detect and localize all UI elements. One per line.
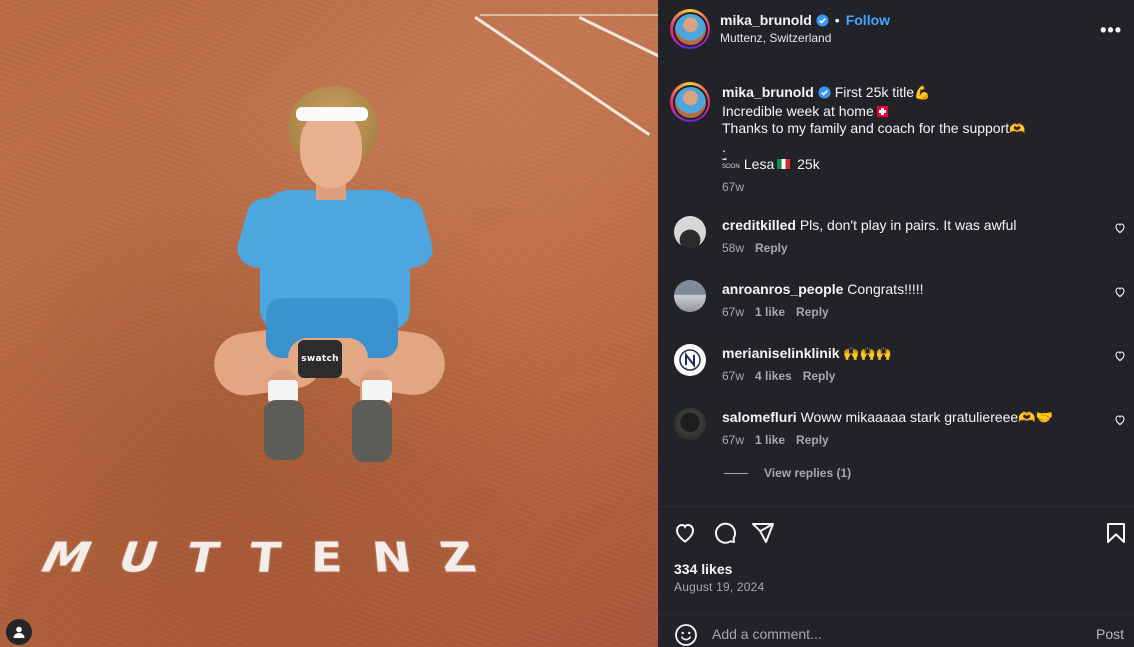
player-headband [296, 107, 368, 121]
post-photo[interactable]: swatch MUTTENZ [0, 0, 658, 647]
comment-time[interactable]: 67w [722, 305, 744, 319]
caption-line-4: . [722, 138, 726, 155]
comment-text: Woww mikaaaaa stark gratuliereee🫶🤝 [800, 409, 1054, 425]
caption-line-5-tail: 25k [797, 156, 820, 172]
comment-like-heart-icon[interactable] [1114, 414, 1126, 426]
heart-hands-icon: 🫶 [1009, 122, 1026, 137]
caption-line-2: Incredible week at home [722, 102, 874, 119]
comment-time[interactable]: 67w [722, 369, 744, 383]
comment-username[interactable]: anroanros_people [722, 281, 843, 297]
verified-badge-icon [818, 86, 831, 99]
heart-icon[interactable] [673, 521, 697, 545]
post-location[interactable]: Muttenz, Switzerland [720, 31, 831, 45]
author-line: mika_brunold • Follow [720, 12, 890, 30]
verified-badge-icon [816, 14, 829, 27]
bookmark-icon[interactable] [1104, 521, 1128, 545]
comment-item: merianiselinklinik 🙌🙌🙌 67w 4 likes Reply [670, 344, 1128, 404]
author-avatar[interactable] [670, 9, 710, 49]
swiss-flag-icon [876, 105, 888, 117]
follow-button[interactable]: Follow [846, 12, 890, 28]
post-date[interactable]: August 19, 2024 [674, 580, 764, 594]
player-shoe [264, 400, 304, 460]
comment-username[interactable]: creditkilled [722, 217, 796, 233]
separator: • [834, 12, 840, 28]
comment-like-heart-icon[interactable] [1114, 222, 1126, 234]
trophy-box: swatch [298, 340, 342, 378]
player-shoe [352, 400, 392, 462]
post-comment-button[interactable]: Post [1096, 626, 1124, 642]
commenter-avatar[interactable] [674, 216, 706, 248]
italy-flag-icon [777, 159, 791, 169]
action-bar: 334 likes August 19, 2024 [658, 506, 1134, 618]
reply-button[interactable]: Reply [803, 369, 836, 383]
comment-like-heart-icon[interactable] [1114, 350, 1126, 362]
tagged-user-icon[interactable] [6, 619, 32, 645]
comment-text: Pls, don't play in pairs. It was awful [799, 217, 1017, 233]
player-face [300, 110, 362, 188]
comment-likes[interactable]: 1 like [755, 433, 785, 447]
player-sock [362, 380, 392, 402]
caption-time[interactable]: 67w [722, 179, 1025, 197]
comment-like-heart-icon[interactable] [1114, 286, 1126, 298]
reply-button[interactable]: Reply [755, 241, 788, 255]
comment-time[interactable]: 58w [722, 241, 744, 255]
author-username[interactable]: mika_brunold [720, 12, 812, 28]
view-replies-button[interactable]: View replies (1) [724, 466, 851, 480]
caption-line-1: First 25k title [834, 84, 915, 100]
commenter-avatar[interactable] [674, 408, 706, 440]
caption-username[interactable]: mika_brunold [722, 84, 814, 100]
comment-text: Congrats!!!!! [847, 281, 924, 297]
comment-input[interactable] [712, 623, 1072, 645]
post-header: mika_brunold • Follow Muttenz, Switzerland… [658, 0, 1134, 62]
comment-username[interactable]: salomefluri [722, 409, 797, 425]
comment-likes[interactable]: 1 like [755, 305, 785, 319]
comment-time[interactable]: 67w [722, 433, 744, 447]
flexed-bicep-icon: 💪 [914, 86, 931, 101]
add-comment-bar: Post [658, 614, 1134, 647]
soon-arrow-icon: ➡ SOON [722, 157, 740, 170]
emoji-icon[interactable] [674, 623, 698, 647]
reply-button[interactable]: Reply [796, 305, 829, 319]
player-figure: swatch [200, 80, 460, 480]
view-replies-label: View replies (1) [764, 466, 852, 480]
comment-likes[interactable]: 4 likes [755, 369, 792, 383]
caption-line-3: Thanks to my family and coach for the su… [722, 120, 1010, 136]
court-line [480, 14, 658, 16]
court-text: MUTTENZ [31, 534, 513, 582]
caption-avatar[interactable] [670, 82, 710, 122]
comment-item: salomefluri Woww mikaaaaa stark gratulie… [670, 408, 1128, 468]
commenter-avatar[interactable] [674, 344, 706, 376]
post-panel: mika_brunold • Follow Muttenz, Switzerland… [658, 0, 1134, 647]
share-icon[interactable] [751, 521, 775, 545]
likes-count[interactable]: 334 likes [674, 561, 732, 577]
comment-username[interactable]: merianiselinklinik [722, 345, 840, 361]
comment-item: anroanros_people Congrats!!!!! 67w 1 like… [670, 280, 1128, 340]
player-sock [268, 380, 298, 402]
comment-text: 🙌🙌🙌 [843, 347, 892, 362]
comment-item: creditkilled Pls, don't play in pairs. I… [670, 216, 1128, 276]
comment-icon[interactable] [713, 521, 737, 545]
divider [724, 473, 748, 475]
caption-line-5: Lesa [743, 156, 775, 172]
more-options-icon[interactable]: ••• [1100, 20, 1122, 41]
reply-button[interactable]: Reply [796, 433, 829, 447]
commenter-avatar[interactable] [674, 280, 706, 312]
clinic-logo-icon [679, 349, 701, 371]
caption-text: mika_brunold First 25k title💪 Incredible… [722, 84, 1025, 196]
